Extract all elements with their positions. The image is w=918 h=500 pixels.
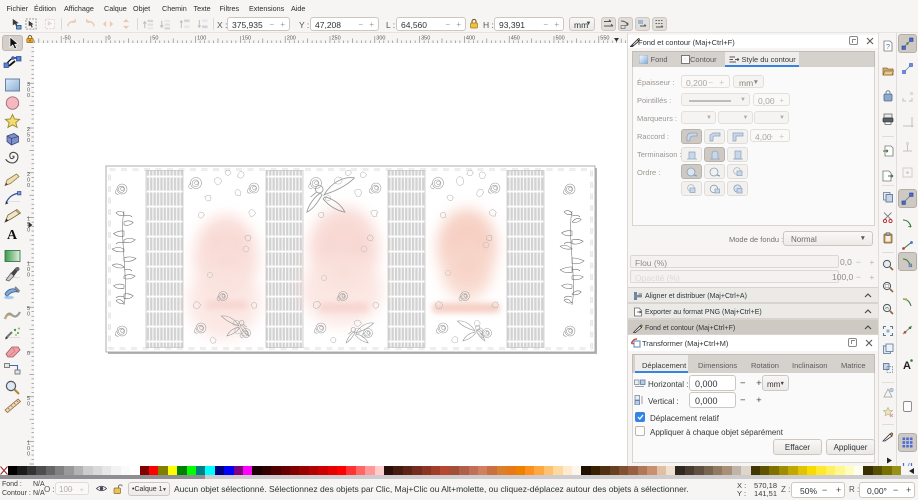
svg-text:550: 550 (600, 36, 609, 42)
svg-text:0: 0 (27, 183, 30, 189)
svg-text:0: 0 (27, 351, 30, 357)
svg-text:?: ? (886, 44, 890, 51)
svg-text:150: 150 (242, 36, 251, 42)
svg-text:100: 100 (197, 36, 206, 42)
svg-text:200: 200 (287, 36, 296, 42)
svg-text:0: 0 (27, 228, 30, 234)
svg-text:0: 0 (27, 138, 30, 144)
svg-text:50: 50 (152, 36, 158, 42)
svg-text:400: 400 (466, 36, 475, 42)
svg-text:250: 250 (332, 36, 341, 42)
svg-text:A: A (903, 360, 911, 371)
svg-text:350: 350 (421, 36, 430, 42)
svg-text:450: 450 (511, 36, 520, 42)
svg-text:0: 0 (27, 401, 30, 407)
svg-text:500: 500 (556, 36, 565, 42)
svg-text:0: 0 (27, 93, 30, 99)
svg-text:0: 0 (108, 36, 111, 42)
svg-text:A: A (7, 228, 18, 242)
svg-text:300: 300 (376, 36, 385, 42)
svg-text:0: 0 (27, 312, 30, 318)
svg-text:0: 0 (27, 452, 30, 458)
svg-text:-50: -50 (63, 36, 71, 42)
svg-text:0: 0 (27, 272, 30, 278)
